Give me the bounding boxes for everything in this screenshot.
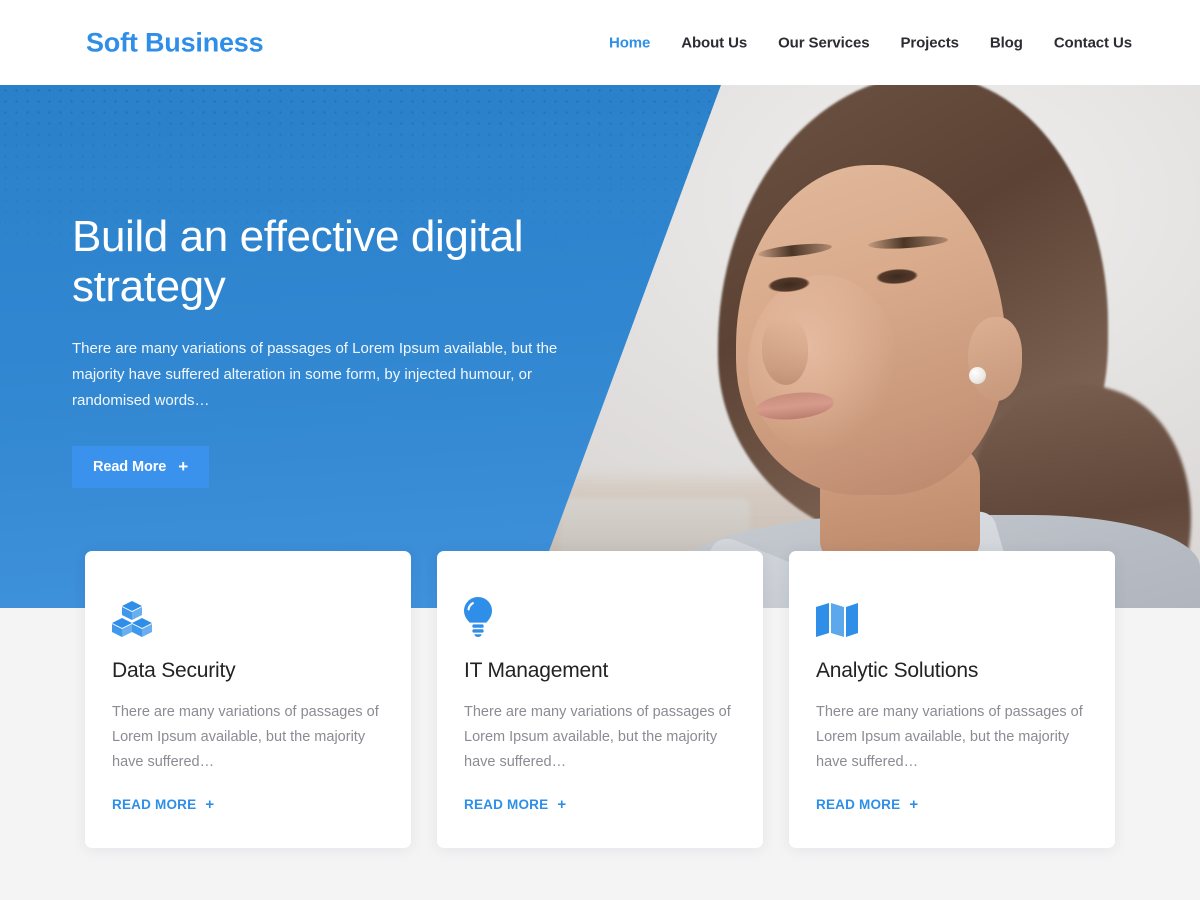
- photo-earring: [969, 367, 986, 384]
- service-card-read-more-label: READ MORE: [464, 796, 549, 812]
- nav-item-about-us[interactable]: About Us: [681, 34, 747, 51]
- service-card-text: There are many variations of passages of…: [112, 704, 379, 770]
- main-navigation: Home About Us Our Services Projects Blog…: [609, 34, 1132, 51]
- nav-item-contact-us[interactable]: Contact Us: [1054, 34, 1132, 51]
- service-card-analytic-solutions[interactable]: Analytic Solutions There are many variat…: [789, 551, 1115, 848]
- service-card-read-more-link[interactable]: READ MORE +: [816, 797, 918, 812]
- lightbulb-icon: [464, 595, 736, 637]
- map-icon: [816, 595, 1088, 637]
- nav-item-our-services[interactable]: Our Services: [778, 34, 869, 51]
- plus-icon: +: [178, 457, 189, 477]
- service-card-data-security[interactable]: Data Security There are many variations …: [85, 551, 411, 848]
- hero-content: Build an effective digital strategy Ther…: [72, 212, 602, 488]
- service-card-read-more-label: READ MORE: [112, 796, 197, 812]
- service-card-title: Data Security: [112, 659, 236, 682]
- hero-read-more-label: Read More: [93, 458, 167, 475]
- nav-item-blog[interactable]: Blog: [990, 34, 1023, 51]
- plus-icon: +: [557, 795, 567, 813]
- photo-ear: [968, 317, 1022, 401]
- landing-page: Soft Business Home About Us Our Services…: [0, 0, 1200, 900]
- service-card-title: IT Management: [464, 659, 609, 682]
- service-cards: Data Security There are many variations …: [85, 551, 1115, 848]
- hero-section: Build an effective digital strategy Ther…: [0, 85, 1200, 608]
- service-card-read-more-label: READ MORE: [816, 796, 901, 812]
- hero-subtitle: There are many variations of passages of…: [72, 340, 558, 410]
- plus-icon: +: [909, 795, 919, 813]
- service-card-text: There are many variations of passages of…: [464, 704, 731, 770]
- cubes-icon: [112, 595, 384, 637]
- nav-item-projects[interactable]: Projects: [900, 34, 959, 51]
- service-card-title: Analytic Solutions: [816, 659, 979, 682]
- service-card-read-more-link[interactable]: READ MORE +: [464, 797, 566, 812]
- hero-title: Build an effective digital strategy: [72, 212, 524, 311]
- nav-item-home[interactable]: Home: [609, 34, 650, 51]
- service-card-read-more-link[interactable]: READ MORE +: [112, 797, 214, 812]
- plus-icon: +: [205, 795, 215, 813]
- service-card-it-management[interactable]: IT Management There are many variations …: [437, 551, 763, 848]
- site-header: Soft Business Home About Us Our Services…: [0, 0, 1200, 85]
- photo-nose: [762, 317, 808, 385]
- hero-read-more-button[interactable]: Read More +: [72, 445, 210, 488]
- service-card-text: There are many variations of passages of…: [816, 704, 1083, 770]
- site-logo[interactable]: Soft Business: [86, 27, 264, 58]
